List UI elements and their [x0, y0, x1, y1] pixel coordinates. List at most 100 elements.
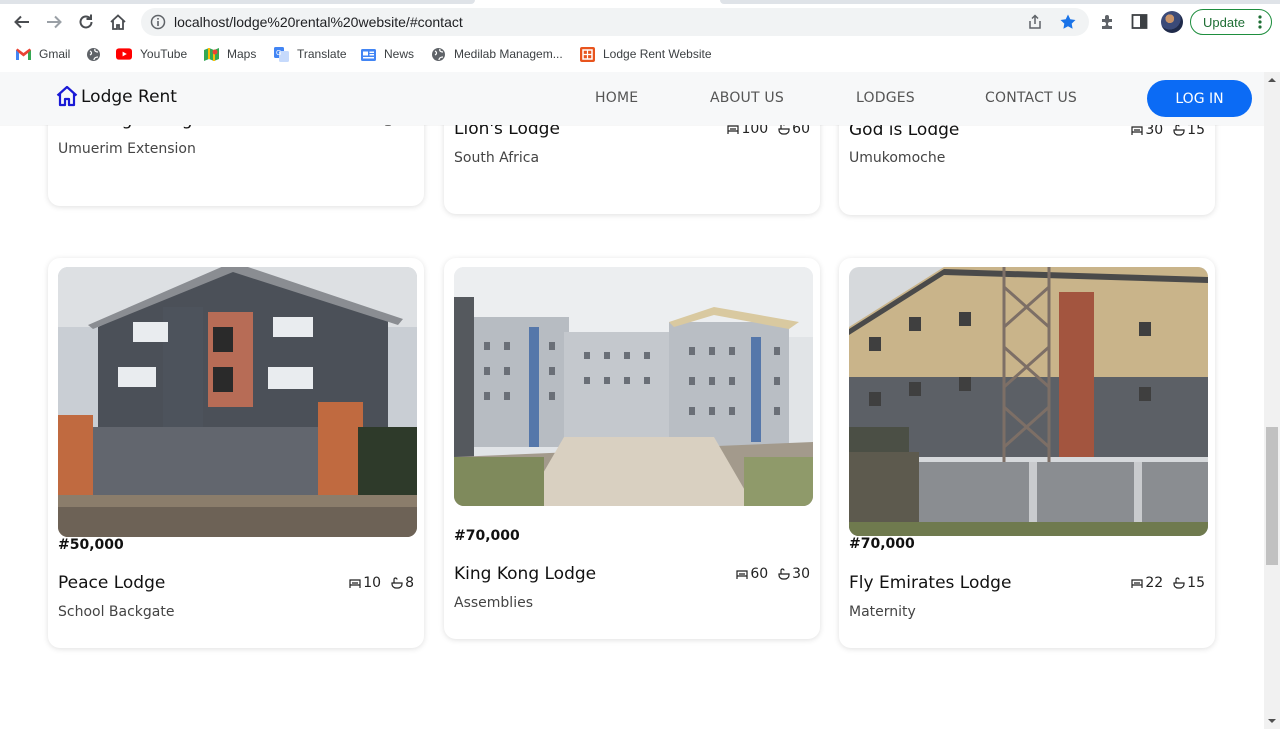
- bookmark-label: News: [384, 47, 415, 61]
- url-text[interactable]: localhost/lodge%20rental%20website/#cont…: [174, 14, 463, 30]
- bookmark-news[interactable]: News: [360, 46, 414, 62]
- globe-icon: [85, 46, 101, 62]
- bookmark-maps[interactable]: Maps: [203, 46, 256, 62]
- lodge-photo[interactable]: [58, 267, 417, 537]
- bed-icon: [349, 579, 361, 588]
- globe-icon: [430, 46, 446, 62]
- lodge-card[interactable]: #70,000 Fly Emirates Lodge 22 15 Materni…: [839, 258, 1215, 648]
- lodge-price: #50,000: [58, 537, 124, 553]
- bed-count: 22: [1145, 575, 1164, 591]
- share-icon[interactable]: [1027, 14, 1043, 30]
- lodge-photo[interactable]: [849, 267, 1208, 536]
- bath-icon: [1173, 577, 1185, 589]
- svg-text:G: G: [276, 50, 281, 57]
- bath-icon: [778, 568, 790, 580]
- lodge-title: Fly Emirates Lodge: [849, 573, 1012, 593]
- arrow-left-icon: [14, 15, 29, 29]
- fly-emirates-lodge-image: [849, 267, 1208, 536]
- bookmark-star-icon[interactable]: [1059, 13, 1077, 31]
- lodge-location: Maternity: [849, 604, 916, 620]
- profile-avatar[interactable]: [1161, 11, 1183, 33]
- lodge-site-icon: [579, 46, 595, 62]
- bed-icon: [1131, 579, 1143, 588]
- page-scrollbar[interactable]: [1264, 72, 1280, 729]
- lodge-photo[interactable]: [454, 267, 813, 506]
- home-icon: [110, 14, 126, 30]
- house-icon: [56, 85, 78, 107]
- bed-count: 60: [750, 566, 769, 582]
- browser-chrome: localhost/lodge%20rental%20website/#cont…: [0, 0, 1280, 72]
- bookmark-label: Lodge Rent Website: [603, 47, 712, 61]
- brand-logo[interactable]: Lodge Rent: [55, 84, 177, 108]
- inactive-tab-edge[interactable]: [720, 0, 1280, 4]
- scroll-down-arrow-icon[interactable]: [1268, 717, 1276, 725]
- bath-count: 30: [792, 566, 810, 582]
- bookmark-globe[interactable]: [85, 46, 109, 62]
- address-bar[interactable]: localhost/lodge%20rental%20website/#cont…: [141, 8, 1089, 36]
- extensions-puzzle-icon[interactable]: [1099, 13, 1116, 30]
- bath-count: 15: [1187, 575, 1205, 591]
- bath-icon: [391, 577, 403, 589]
- lodge-stats: 60 30: [736, 566, 810, 582]
- bed-icon: [736, 570, 748, 579]
- update-label: Update: [1203, 14, 1245, 30]
- bookmark-lodge-rent[interactable]: Lodge Rent Website: [579, 46, 712, 62]
- nav-home[interactable]: HOME: [595, 90, 638, 106]
- bath-count: 8: [405, 575, 414, 591]
- maps-icon: [203, 46, 219, 62]
- tab-strip: [0, 0, 1280, 6]
- lodge-location: School Backgate: [58, 604, 175, 620]
- bath-icon: [1173, 124, 1185, 136]
- reload-icon: [79, 14, 93, 29]
- forward-button[interactable]: [43, 11, 65, 33]
- lodge-card[interactable]: #50,000 Peace Lodge 10 8 School Backgate: [48, 258, 424, 648]
- active-tab-edge[interactable]: [0, 0, 475, 4]
- bookmark-gmail[interactable]: Gmail: [15, 46, 70, 62]
- side-panel-icon[interactable]: [1131, 13, 1148, 30]
- brand-name: Lodge Rent: [81, 87, 177, 107]
- lodge-stats: 22 15: [1131, 575, 1205, 591]
- bookmark-youtube[interactable]: YouTube: [116, 46, 187, 62]
- lodge-location: South Africa: [454, 150, 540, 166]
- reload-button[interactable]: [75, 11, 97, 33]
- lodge-stats: 10 8: [349, 575, 414, 591]
- login-button[interactable]: LOG IN: [1147, 80, 1252, 117]
- scrollbar-thumb[interactable]: [1266, 427, 1278, 565]
- bookmark-medilab[interactable]: Medilab Managem...: [430, 46, 563, 62]
- info-icon[interactable]: [150, 14, 166, 30]
- lodge-location: Umukomoche: [849, 150, 946, 166]
- lodge-card[interactable]: #70,000 King Kong Lodge 60 30 Assemblies: [444, 258, 820, 639]
- site-header: Lodge Rent HOME ABOUT US LODGES CONTACT …: [0, 72, 1264, 125]
- scroll-up-arrow-icon[interactable]: [1268, 76, 1276, 84]
- gmail-icon: [15, 46, 31, 62]
- translate-icon: G: [273, 46, 289, 62]
- more-menu-icon: [1258, 15, 1262, 29]
- nav-about-us[interactable]: ABOUT US: [710, 90, 784, 106]
- arrow-right-icon: [47, 15, 62, 29]
- lodge-title: Peace Lodge: [58, 573, 166, 593]
- update-button[interactable]: Update: [1190, 9, 1272, 35]
- back-button[interactable]: [11, 11, 33, 33]
- news-icon: [360, 46, 376, 62]
- lodge-price: #70,000: [849, 536, 915, 552]
- bookmark-label: Medilab Managem...: [454, 47, 563, 61]
- king-kong-lodge-image: [454, 267, 813, 506]
- lodge-title: King Kong Lodge: [454, 564, 597, 584]
- nav-contact-us[interactable]: CONTACT US: [985, 90, 1077, 106]
- page-viewport: The King's Lodge 30 25 Umuerim Extension…: [0, 72, 1264, 729]
- bed-icon: [1131, 126, 1143, 135]
- lodge-location: Assemblies: [454, 595, 533, 611]
- bookmark-label: Maps: [227, 47, 257, 61]
- bookmark-label: Translate: [297, 47, 347, 61]
- lodge-price: #70,000: [454, 528, 520, 544]
- bookmark-label: Gmail: [39, 47, 71, 61]
- bookmark-label: YouTube: [140, 47, 188, 61]
- home-button[interactable]: [107, 11, 129, 33]
- youtube-icon: [116, 46, 132, 62]
- nav-lodges[interactable]: LODGES: [856, 90, 915, 106]
- lodge-location: Umuerim Extension: [58, 141, 196, 157]
- peace-lodge-image: [58, 267, 417, 537]
- bookmark-translate[interactable]: G Translate: [273, 46, 347, 62]
- bed-count: 10: [363, 575, 382, 591]
- bookmarks-bar: Gmail YouTube Maps G Translate News Medi…: [0, 42, 1280, 66]
